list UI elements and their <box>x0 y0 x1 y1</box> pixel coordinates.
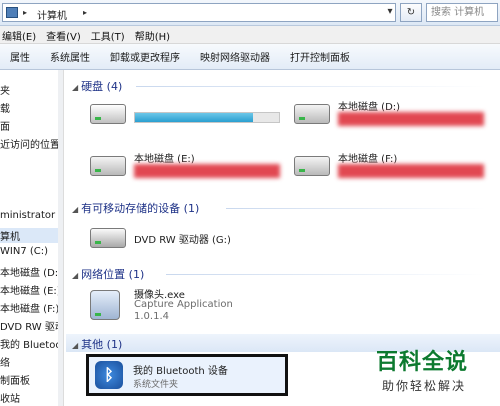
command-bar: 属性 系统属性 卸载或更改程序 映射网络驱动器 打开控制面板 <box>0 44 500 70</box>
breadcrumb-arrow-icon[interactable]: ▸ <box>83 8 87 17</box>
redacted-usage <box>338 164 484 178</box>
collapse-arrow-icon[interactable]: ◢ <box>72 341 78 350</box>
watermark-title: 百科全说 <box>376 350 469 375</box>
drive-e[interactable]: 本地磁盘 (E:) <box>90 150 290 182</box>
nav-item-downloads[interactable]: 载 <box>0 100 10 115</box>
drive-label: 本地磁盘 (D:) <box>338 102 401 113</box>
menu-tools[interactable]: 工具(T) <box>89 26 133 43</box>
device-description: 系统文件夹 <box>133 380 179 390</box>
bluetooth-device[interactable]: ᛒ 我的 Bluetooth 设备 系统文件夹 <box>86 354 288 396</box>
bluetooth-icon: ᛒ <box>95 361 123 389</box>
refresh-icon[interactable]: ↻ <box>400 3 422 22</box>
camera-icon <box>90 290 120 320</box>
nav-item-favorites[interactable]: 夹 <box>0 82 10 97</box>
nav-item-control-panel[interactable]: 制面板 <box>0 372 30 387</box>
address-dropdown-icon[interactable]: ▾ <box>384 3 396 22</box>
nav-item-recycle-bin[interactable]: 收站 <box>0 390 20 405</box>
group-divider <box>166 274 486 275</box>
system-properties-button[interactable]: 系统属性 <box>40 49 100 64</box>
app-description: Capture Application <box>134 299 233 310</box>
nav-item-desktop[interactable]: 面 <box>0 118 10 133</box>
nav-item-drive-f[interactable]: 本地磁盘 (F:) <box>0 300 59 315</box>
collapse-arrow-icon[interactable]: ◢ <box>72 271 78 280</box>
map-network-drive-button[interactable]: 映射网络驱动器 <box>190 49 280 64</box>
group-header-removable[interactable]: ◢ 有可移动存储的设备 (1) <box>72 200 199 216</box>
nav-scrollbar[interactable] <box>58 70 63 406</box>
redacted-usage <box>134 164 280 178</box>
nav-item-drive-e[interactable]: 本地磁盘 (E:) <box>0 282 61 297</box>
hard-drive-icon <box>294 156 330 176</box>
drive-f[interactable]: 本地磁盘 (F:) <box>294 150 494 182</box>
menu-bar: 编辑(E) 查看(V) 工具(T) 帮助(H) <box>0 26 500 44</box>
nav-item-drive-d[interactable]: 本地磁盘 (D:) <box>0 264 62 279</box>
nav-item-network[interactable]: 络 <box>0 354 10 369</box>
group-header-other[interactable]: ◢ 其他 (1) <box>72 336 122 352</box>
windows-drive-icon <box>90 104 126 124</box>
uninstall-program-button[interactable]: 卸载或更改程序 <box>100 49 190 64</box>
dvd-drive-icon <box>90 228 126 248</box>
drive-usage-bar <box>134 112 280 123</box>
group-divider <box>226 208 486 209</box>
app-version: 1.0.1.4 <box>134 311 169 322</box>
watermark-logo: 百科全说 助你轻松解决 <box>368 344 498 404</box>
computer-icon <box>6 7 18 18</box>
navigation-pane: 夹 载 面 近访问的位置 ministrator 算机 WIN7 (C:) 本地… <box>0 70 64 406</box>
nav-item-bluetooth[interactable]: 我的 Bluetooth <box>0 336 63 351</box>
redacted-usage <box>338 112 484 126</box>
menu-edit[interactable]: 编辑(E) <box>0 26 44 43</box>
watermark-subtitle: 助你轻松解决 <box>382 379 467 393</box>
properties-button[interactable]: 属性 <box>0 49 40 64</box>
nav-item-computer[interactable]: 算机 <box>0 228 58 243</box>
breadcrumb-computer[interactable]: 计算机 <box>37 7 67 22</box>
hard-drive-icon <box>294 104 330 124</box>
group-divider <box>136 86 486 87</box>
nav-item-drive-c[interactable]: WIN7 (C:) <box>0 246 48 257</box>
breadcrumb-arrow-icon[interactable]: ▸ <box>23 8 27 17</box>
address-bar: ▸ 计算机 ▸ ▾ ↻ 搜索 计算机 <box>0 0 500 26</box>
device-name: 我的 Bluetooth 设备 <box>133 366 228 377</box>
camera-app[interactable]: 摄像头.exe Capture Application 1.0.1.4 <box>90 286 290 326</box>
group-header-network[interactable]: ◢ 网络位置 (1) <box>72 266 144 282</box>
collapse-arrow-icon[interactable]: ◢ <box>72 83 78 92</box>
menu-view[interactable]: 查看(V) <box>44 26 89 43</box>
drive-label: DVD RW 驱动器 (G:) <box>134 235 231 246</box>
nav-item-recent-places[interactable]: 近访问的位置 <box>0 136 60 151</box>
search-input[interactable]: 搜索 计算机 <box>426 3 498 22</box>
group-header-hdd[interactable]: ◢ 硬盘 (4) <box>72 78 122 94</box>
open-control-panel-button[interactable]: 打开控制面板 <box>280 49 360 64</box>
hard-drive-icon <box>90 156 126 176</box>
collapse-arrow-icon[interactable]: ◢ <box>72 205 78 214</box>
nav-item-administrator[interactable]: ministrator <box>0 210 55 221</box>
drive-c[interactable] <box>90 98 290 130</box>
nav-item-dvd[interactable]: DVD RW 驱动 <box>0 318 63 333</box>
drive-d[interactable]: 本地磁盘 (D:) <box>294 98 494 130</box>
drive-label: 本地磁盘 (F:) <box>338 154 398 165</box>
menu-help[interactable]: 帮助(H) <box>133 26 178 43</box>
drive-dvd[interactable]: DVD RW 驱动器 (G:) <box>90 222 290 254</box>
address-box[interactable]: ▸ 计算机 ▸ <box>2 3 396 22</box>
drive-label: 本地磁盘 (E:) <box>134 154 195 165</box>
